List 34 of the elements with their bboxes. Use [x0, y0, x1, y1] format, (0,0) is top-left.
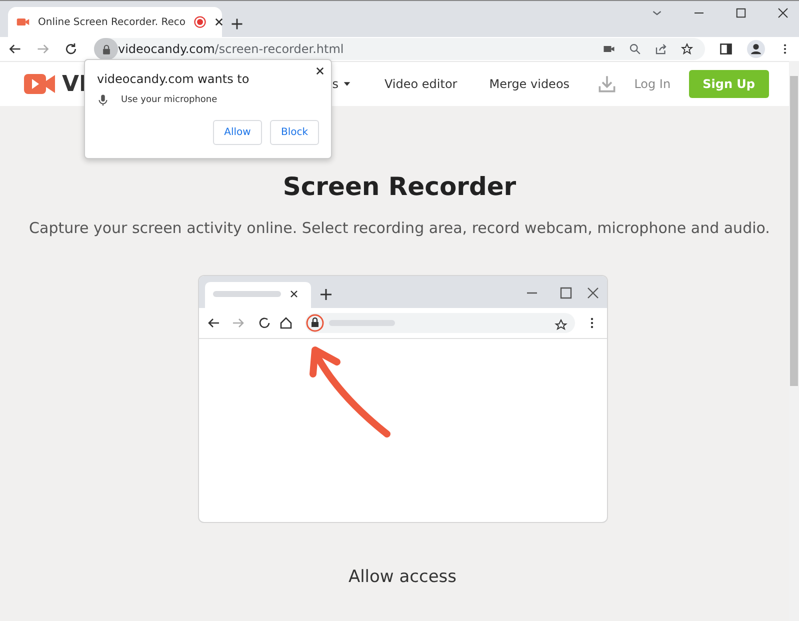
- back-icon[interactable]: [8, 42, 22, 56]
- url-host: videocandy.com: [118, 42, 215, 56]
- recording-icon[interactable]: [194, 16, 206, 28]
- close-icon[interactable]: [315, 66, 325, 76]
- lock-icon[interactable]: [100, 44, 112, 54]
- permission-button[interactable]: Block: [270, 120, 319, 145]
- logo-icon[interactable]: [24, 73, 56, 95]
- nav-link[interactable]: Video editor: [384, 77, 458, 91]
- microphone-icon: [97, 94, 109, 106]
- login-link[interactable]: Log In: [634, 77, 671, 91]
- page-subtitle: Capture your screen activity online. Select recording area, record webcam, microphone and audio.: [29, 219, 770, 237]
- browser-tab[interactable]: Online Screen Recorder. Reco: [8, 7, 222, 37]
- profile-icon[interactable]: [747, 40, 765, 58]
- reload-icon[interactable]: [64, 42, 78, 56]
- permission-label: Use your microphone: [121, 95, 218, 105]
- address-bar[interactable]: videocandy.com/screen-recorder.html: [94, 38, 705, 60]
- maximize-icon[interactable]: [735, 7, 747, 19]
- nav-link[interactable]: s: [332, 77, 338, 91]
- side-panel-icon[interactable]: [719, 42, 733, 56]
- close-icon[interactable]: [214, 17, 224, 27]
- step-heading: Allow access: [348, 567, 457, 587]
- close-icon[interactable]: [777, 7, 789, 19]
- page-title: Screen Recorder: [282, 172, 516, 201]
- share-icon[interactable]: [655, 43, 667, 55]
- star-icon[interactable]: [681, 43, 693, 55]
- scrollbar-thumb[interactable]: [790, 76, 798, 386]
- tab-title: Online Screen Recorder. Reco: [38, 16, 186, 28]
- new-tab-icon[interactable]: [230, 17, 244, 31]
- nav-link[interactable]: Merge videos: [489, 77, 570, 91]
- video-camera-icon[interactable]: [603, 43, 615, 55]
- popup-title: videocandy.com wants to: [97, 72, 250, 86]
- permission-button[interactable]: Allow: [213, 120, 262, 145]
- url-path: /screen-recorder.html: [214, 42, 344, 56]
- search-icon[interactable]: [629, 43, 641, 55]
